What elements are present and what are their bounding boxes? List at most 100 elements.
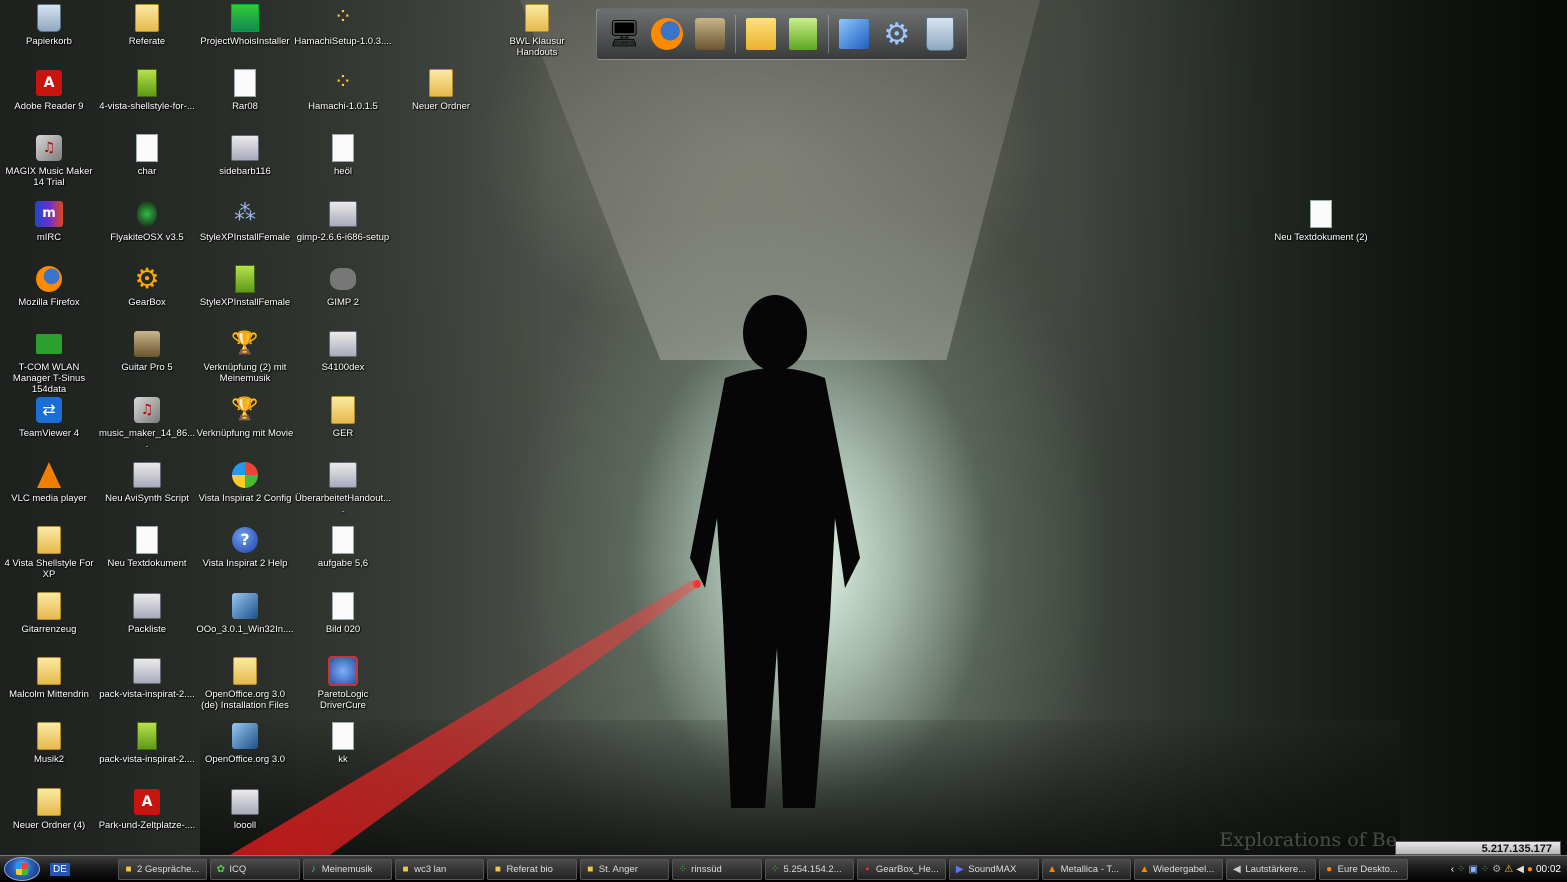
desktop-icon-label: HamachiSetup-1.0.3.... — [294, 36, 392, 47]
desktop-icon-s4100dex[interactable]: S4100dex — [294, 328, 392, 373]
task-label: Metallica - T... — [1060, 864, 1120, 875]
monitor-icon[interactable]: ▣ — [1468, 864, 1477, 875]
task-button-icq[interactable]: ✿ ICQ — [210, 859, 300, 880]
language-indicator[interactable]: DE — [50, 862, 70, 876]
archive-icon — [131, 67, 163, 99]
task-button-soundmax[interactable]: ▶ SoundMAX — [949, 859, 1039, 880]
desktop-icon-paretologic[interactable]: ParetoLogic DriverCure — [294, 655, 392, 711]
desktop-icon-openoffice-install-files[interactable]: OpenOffice.org 3.0 (de) Installation Fil… — [196, 655, 294, 711]
desktop-icon-referate[interactable]: Referate — [98, 2, 196, 47]
desktop-icon-malcolm[interactable]: Malcolm Mittendrin — [0, 655, 98, 700]
desktop-icon-aufgabe[interactable]: aufgabe 5,6 — [294, 524, 392, 569]
desktop-icon-hamachi-setup[interactable]: ⁘ HamachiSetup-1.0.3.... — [294, 2, 392, 47]
warning-icon[interactable]: ⚠ — [1504, 864, 1513, 875]
firefox-icon[interactable]: ● — [1527, 864, 1533, 875]
desktop-icon-adobe-reader[interactable]: A Adobe Reader 9 — [0, 67, 98, 112]
archive-icon — [131, 720, 163, 752]
desktop[interactable]: Explorations of Be 🖥 ⚙ 5.217.135.177 Pap… — [0, 0, 1567, 855]
desktop-icon-projectwhois[interactable]: ProjectWhoisInstaller — [196, 2, 294, 47]
settings-gear-icon[interactable]: ⚙ — [879, 14, 915, 54]
task-button-wiedergabeliste[interactable]: ▲ Wiedergabel... — [1133, 859, 1224, 880]
task-button-st-anger[interactable]: ■ St. Anger — [579, 859, 670, 880]
desktop-icon-gimp2[interactable]: GIMP 2 — [294, 263, 392, 308]
desktop-icon-gitarrenzeug[interactable]: Gitarrenzeug — [0, 590, 98, 635]
desktop-icon-vista-shellstyle-archive[interactable]: 4-vista-shellstyle-for-... — [98, 67, 196, 112]
desktop-icon-sidebarb116[interactable]: sidebarb116 — [196, 132, 294, 177]
notes-icon[interactable] — [743, 14, 779, 54]
desktop-icon-bild-020[interactable]: Bild 020 — [294, 590, 392, 635]
desktop-icon-music-maker-installer[interactable]: ♫ music_maker_14_86.... — [98, 394, 196, 450]
desktop-icon-verknuepfung-movie[interactable]: 🏆 Verknüpfung mit Movie — [196, 394, 294, 439]
task-button-gearbox-help[interactable]: ▪ GearBox_He... — [856, 859, 947, 880]
desktop-icon-vista-shellstyle-folder[interactable]: 4 Vista Shellstyle For XP — [0, 524, 98, 580]
gear-icon[interactable]: ⚙ — [1492, 864, 1501, 875]
desktop-icon-mirc[interactable]: m mIRC — [0, 198, 98, 243]
documents-icon[interactable] — [836, 14, 872, 54]
desktop-icon-label: StyleXPInstallFemale — [199, 232, 291, 243]
task-button-metallica[interactable]: ▲ Metallica - T... — [1041, 859, 1131, 880]
wallpaper-caption: Explorations of Be — [1219, 829, 1397, 851]
desktop-icon-char[interactable]: char — [98, 132, 196, 177]
task-button-eure-desktops[interactable]: ● Eure Deskto... — [1318, 859, 1409, 880]
desktop-icon-heoel[interactable]: heöl — [294, 132, 392, 177]
desktop-icon-stylexp-2[interactable]: StyleXPInstallFemale — [196, 263, 294, 308]
desktop-icon-kk[interactable]: kk — [294, 720, 392, 765]
desktop-icon-teamviewer[interactable]: ⇄ TeamViewer 4 — [0, 394, 98, 439]
desktop-icon-ooo-installer[interactable]: OOo_3.0.1_Win32In.... — [196, 590, 294, 635]
desktop-icon-pack-vista-inspirat-2[interactable]: pack-vista-inspirat-2.... — [98, 720, 196, 765]
task-button-rinssued[interactable]: ⁘ rinssüd — [672, 859, 762, 880]
desktop-icon-packliste[interactable]: Packliste — [98, 590, 196, 635]
desktop-icon-rar08[interactable]: Rar08 — [196, 67, 294, 112]
desktop-icon-hamachi[interactable]: ⁘ Hamachi-1.0.1.5 — [294, 67, 392, 112]
desktop-icon-gearbox[interactable]: ⚙ GearBox — [98, 263, 196, 309]
desktop-icon-neuer-ordner-4[interactable]: Neuer Ordner (4) — [0, 786, 98, 831]
desktop-icon-firefox[interactable]: Mozilla Firefox — [0, 263, 98, 308]
desktop-icon-vista-inspirat-config[interactable]: Vista Inspirat 2 Config — [196, 459, 294, 504]
task-button-wc3-lan[interactable]: ■ wc3 lan — [395, 859, 485, 880]
network-icon[interactable]: ⁘ — [1457, 864, 1465, 875]
desktop-icon-loooll[interactable]: loooll — [196, 786, 294, 831]
desktop-icon-tcom-wlan[interactable]: T-COM WLAN Manager T-Sinus 154data — [0, 328, 98, 395]
desktop-icon-openoffice[interactable]: OpenOffice.org 3.0 — [196, 720, 294, 765]
desktop-icon-ueberarbeitet-handout[interactable]: ÜberarbeitetHandout.... — [294, 459, 392, 515]
recycle-bin-icon[interactable] — [922, 14, 958, 54]
desktop-icon-park-und-zeltplatze[interactable]: A Park-und-Zeltplatze-.... — [98, 786, 196, 831]
desktop-icon-ger[interactable]: GER — [294, 394, 392, 439]
desktop-icon-flyakite[interactable]: FlyakiteOSX v3.5 — [98, 198, 196, 243]
desktop-icon-label: StyleXPInstallFemale — [199, 297, 291, 308]
desktop-icon-label: Musik2 — [33, 754, 65, 765]
desktop-icon-verknuepfung-2-meinemusik[interactable]: 🏆 Verknüpfung (2) mit Meinemusik — [196, 328, 294, 384]
spreadsheet-icon[interactable] — [785, 14, 821, 54]
start-button[interactable] — [4, 857, 40, 881]
desktop-icon-label: Rar08 — [232, 101, 258, 112]
soundmax-icon: ▶ — [955, 864, 964, 875]
chevron-left-icon[interactable]: ‹ — [1451, 864, 1454, 875]
firefox-icon[interactable] — [649, 14, 685, 54]
guitar-pro-icon[interactable] — [692, 14, 728, 54]
clock[interactable]: 00:02 — [1536, 864, 1561, 875]
desktop-icon-pack-vista-inspirat-1[interactable]: pack-vista-inspirat-2.... — [98, 655, 196, 700]
desktop-icon-neu-textdokument[interactable]: Neu Textdokument — [98, 524, 196, 569]
desktop-icon-magix[interactable]: ♫ MAGIX Music Maker 14 Trial — [0, 132, 98, 188]
task-button-lautstaerke[interactable]: ◀ Lautstärkere... — [1226, 859, 1316, 880]
desktop-icon-neu-textdokument-2[interactable]: Neu Textdokument (2) — [1272, 198, 1370, 243]
task-button-ip-address[interactable]: ⁘ 5.254.154.2... — [764, 859, 854, 880]
firefox-icon — [33, 263, 65, 295]
desktop-icon-vista-inspirat-help[interactable]: ? Vista Inspirat 2 Help — [196, 524, 294, 569]
desktop-icon-avisynth[interactable]: Neu AviSynth Script — [98, 459, 196, 504]
volume-icon[interactable]: ◀ — [1516, 864, 1524, 875]
task-button-referat-bio[interactable]: ■ Referat bio — [487, 859, 577, 880]
task-button-meinemusik[interactable]: ♪ Meinemusik — [302, 859, 393, 880]
desktop-icon-vlc[interactable]: VLC media player — [0, 459, 98, 504]
desktop-icon-label: Hamachi-1.0.1.5 — [308, 101, 378, 112]
desktop-icon-stylexp-1[interactable]: ⁂ StyleXPInstallFemale — [196, 198, 294, 243]
desktop-icon-bwl-klausur[interactable]: BWL Klausur Handouts — [488, 2, 586, 58]
desktop-icon-musik2[interactable]: Musik2 — [0, 720, 98, 765]
task-button-gespraeche[interactable]: ■ 2 Gespräche... — [118, 859, 208, 880]
desktop-icon-papierkorb[interactable]: Papierkorb — [0, 2, 98, 47]
my-computer-icon[interactable]: 🖥 — [606, 14, 642, 54]
network-icon[interactable]: ⁘ — [1481, 864, 1489, 875]
desktop-icon-gimp-setup[interactable]: gimp-2.6.6-i686-setup — [294, 198, 392, 243]
desktop-icon-guitar-pro[interactable]: Guitar Pro 5 — [98, 328, 196, 373]
desktop-icon-neuer-ordner[interactable]: Neuer Ordner — [392, 67, 490, 112]
